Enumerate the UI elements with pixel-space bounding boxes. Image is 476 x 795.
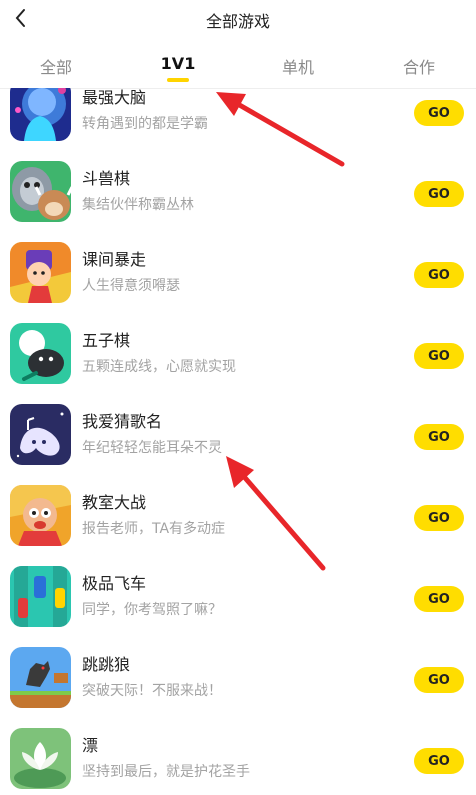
game-description: 集结伙伴称霸丛林: [82, 197, 194, 213]
game-row-classroom[interactable]: 教室大战 报告老师，TA有多动症 GO: [0, 485, 476, 566]
game-description: 人生得意须嘚瑟: [82, 278, 180, 294]
go-button[interactable]: GO: [414, 262, 464, 288]
jumping-wolf-icon: [10, 647, 71, 708]
game-name: 五子棋: [82, 331, 131, 350]
go-button[interactable]: GO: [414, 424, 464, 450]
tab-all[interactable]: 全部: [16, 54, 96, 78]
game-description: 转角遇到的都是学霸: [82, 116, 208, 132]
tab-single[interactable]: 单机: [258, 54, 338, 78]
game-description: 坚持到最后，就是护花圣手: [82, 764, 250, 780]
game-row-gomoku[interactable]: 五子棋 五颗连成线，心愿就实现 GO: [0, 323, 476, 404]
tab-1v1[interactable]: 1V1: [138, 54, 218, 73]
go-button[interactable]: GO: [414, 100, 464, 126]
game-description: 同学，你考驾照了嘛？: [82, 602, 222, 618]
go-button[interactable]: GO: [414, 343, 464, 369]
running-boy-icon: [10, 242, 71, 303]
page-title: 全部游戏: [205, 12, 270, 31]
game-description: 突破天际！不服来战！: [82, 683, 222, 699]
game-row-brain[interactable]: 最强大脑 转角遇到的都是学霸 GO: [0, 88, 476, 161]
game-row-running[interactable]: 课间暴走 人生得意须嘚瑟 GO: [0, 242, 476, 323]
game-name: 教室大战: [82, 493, 147, 512]
tab-coop[interactable]: 合作: [379, 54, 459, 78]
game-name: 极品飞车: [82, 574, 147, 593]
game-name: 跳跳狼: [82, 655, 131, 674]
game-row-wolf[interactable]: 跳跳狼 突破天际！不服来战！ GO: [0, 647, 476, 728]
racing-car-icon: [10, 566, 71, 627]
category-tabs: 全部 1V1 单机 合作: [0, 36, 476, 88]
game-row-animal-chess[interactable]: 斗兽棋 集结伙伴称霸丛林 GO: [0, 161, 476, 242]
game-list: 最强大脑 转角遇到的都是学霸 GO 斗兽棋 集结伙伴称霸丛林 GO 课间暴走 人…: [0, 88, 476, 795]
go-button[interactable]: GO: [414, 586, 464, 612]
game-description: 年纪轻轻怎能耳朵不灵: [82, 440, 222, 456]
game-row-float[interactable]: 漂 坚持到最后，就是护花圣手 GO: [0, 728, 476, 795]
game-description: 报告老师，TA有多动症: [82, 521, 226, 537]
go-button[interactable]: GO: [414, 181, 464, 207]
game-row-guess-song[interactable]: 我爱猜歌名 年纪轻轻怎能耳朵不灵 GO: [0, 404, 476, 485]
game-name: 漂: [82, 736, 99, 755]
game-name: 斗兽棋: [82, 169, 131, 188]
go-button[interactable]: GO: [414, 505, 464, 531]
gomoku-icon: [10, 323, 71, 384]
brain-icon: [10, 88, 71, 141]
go-button[interactable]: GO: [414, 748, 464, 774]
top-bar: 全部游戏: [0, 0, 476, 36]
game-name: 我爱猜歌名: [82, 412, 163, 431]
active-tab-indicator: [167, 78, 189, 82]
music-note-icon: [10, 404, 71, 465]
classroom-battle-icon: [10, 485, 71, 546]
game-row-racing[interactable]: 极品飞车 同学，你考驾照了嘛？ GO: [0, 566, 476, 647]
animal-chess-icon: [10, 161, 71, 222]
go-button[interactable]: GO: [414, 667, 464, 693]
game-name: 课间暴走: [82, 250, 147, 269]
lotus-flower-icon: [10, 728, 71, 789]
game-name: 最强大脑: [82, 88, 147, 107]
game-description: 五颗连成线，心愿就实现: [82, 359, 236, 375]
